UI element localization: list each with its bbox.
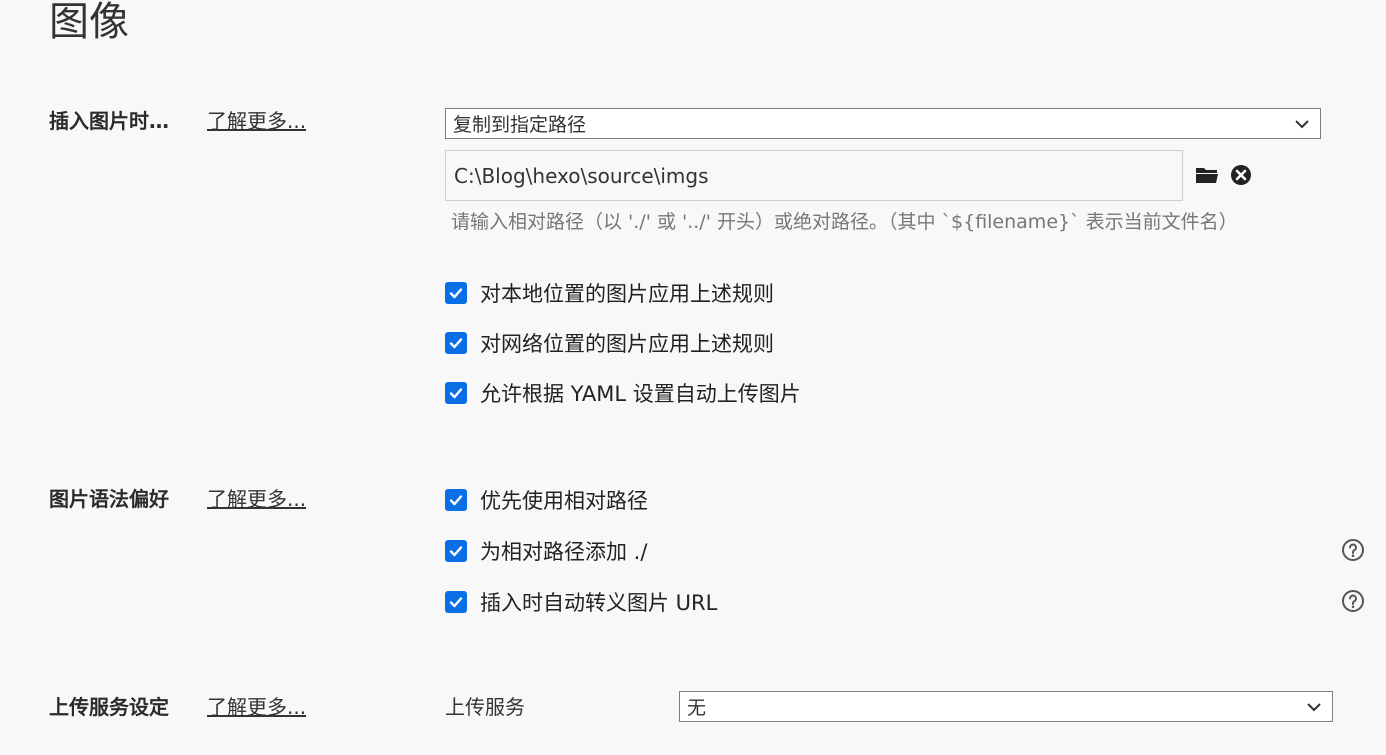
insert-image-learn-more-link[interactable]: 了解更多...: [207, 108, 306, 134]
checkmark-icon: [449, 338, 463, 349]
checkbox-network-images[interactable]: [445, 332, 467, 354]
checkbox-yaml-upload[interactable]: [445, 382, 467, 404]
chevron-down-icon: [1307, 702, 1321, 711]
upload-service-label: 上传服务: [445, 695, 525, 719]
checkbox-row-local-images: 对本地位置的图片应用上述规则: [445, 280, 774, 306]
syntax-pref-section-label: 图片语法偏好: [49, 487, 169, 511]
checkbox-row-add-dot-slash: 为相对路径添加 ./: [445, 538, 647, 564]
checkbox-label-network-images: 对网络位置的图片应用上述规则: [480, 332, 774, 356]
checkbox-add-dot-slash[interactable]: [445, 540, 467, 562]
checkbox-prefer-relative[interactable]: [445, 489, 467, 511]
clear-circle-x-icon[interactable]: [1229, 163, 1253, 187]
help-circle-icon[interactable]: [1341, 589, 1365, 613]
checkbox-escape-url[interactable]: [445, 591, 467, 613]
image-preferences-page: 图像 插入图片时… 了解更多... 复制到指定路径 C:\Blog\hexo\s…: [0, 0, 1386, 755]
insert-image-action-value: 复制到指定路径: [453, 114, 587, 136]
insert-image-action-select[interactable]: 复制到指定路径: [445, 108, 1321, 139]
chevron-down-icon: [1295, 119, 1309, 128]
help-circle-icon[interactable]: [1341, 538, 1365, 562]
checkbox-label-prefer-relative: 优先使用相对路径: [480, 489, 648, 513]
checkmark-icon: [449, 288, 463, 299]
checkmark-icon: [449, 495, 463, 506]
checkbox-label-escape-url: 插入时自动转义图片 URL: [480, 591, 718, 615]
checkmark-icon: [449, 546, 463, 557]
syntax-pref-learn-more-link[interactable]: 了解更多...: [207, 486, 306, 512]
checkmark-icon: [449, 597, 463, 608]
checkbox-row-escape-url: 插入时自动转义图片 URL: [445, 589, 717, 615]
insert-image-section-label: 插入图片时…: [49, 109, 169, 133]
checkbox-row-network-images: 对网络位置的图片应用上述规则: [445, 330, 774, 356]
checkbox-label-local-images: 对本地位置的图片应用上述规则: [480, 282, 774, 306]
image-path-value: C:\Blog\hexo\source\imgs: [454, 163, 709, 188]
upload-learn-more-link[interactable]: 了解更多...: [207, 694, 306, 720]
checkbox-local-images[interactable]: [445, 282, 467, 304]
checkbox-row-prefer-relative: 优先使用相对路径: [445, 487, 648, 513]
image-path-hint: 请输入相对路径（以 './' 或 '../' 开头）或绝对路径。（其中 `${f…: [451, 211, 1238, 233]
checkmark-icon: [449, 388, 463, 399]
checkbox-label-add-dot-slash: 为相对路径添加 ./: [480, 540, 648, 564]
upload-section-label: 上传服务设定: [49, 695, 169, 719]
image-path-input[interactable]: C:\Blog\hexo\source\imgs: [445, 150, 1183, 201]
folder-icon[interactable]: [1195, 163, 1219, 187]
upload-service-value: 无: [687, 697, 707, 719]
checkbox-row-yaml-upload: 允许根据 YAML 设置自动上传图片: [445, 380, 801, 406]
checkbox-label-yaml-upload: 允许根据 YAML 设置自动上传图片: [480, 382, 801, 406]
upload-service-select[interactable]: 无: [679, 691, 1333, 722]
page-title: 图像: [49, 0, 129, 45]
